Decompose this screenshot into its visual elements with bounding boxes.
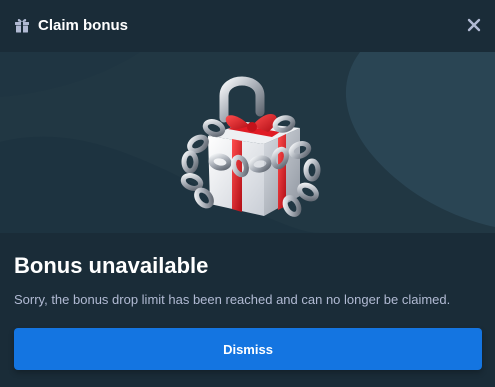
bonus-unavailable-message: Sorry, the bonus drop limit has been rea… xyxy=(14,292,451,307)
modal-title: Claim bonus xyxy=(38,17,129,34)
hero-banner xyxy=(0,52,495,233)
close-icon xyxy=(467,18,481,32)
bonus-unavailable-title: Bonus unavailable xyxy=(14,253,209,278)
gift-icon xyxy=(14,17,30,33)
dismiss-button[interactable]: Dismiss xyxy=(14,328,482,370)
claim-bonus-modal: Claim bonus Bonus unavailable Sorry, the… xyxy=(0,0,495,387)
chained-gift-illustration xyxy=(180,76,321,217)
modal-header: Claim bonus xyxy=(0,0,495,52)
close-button[interactable] xyxy=(463,14,485,36)
